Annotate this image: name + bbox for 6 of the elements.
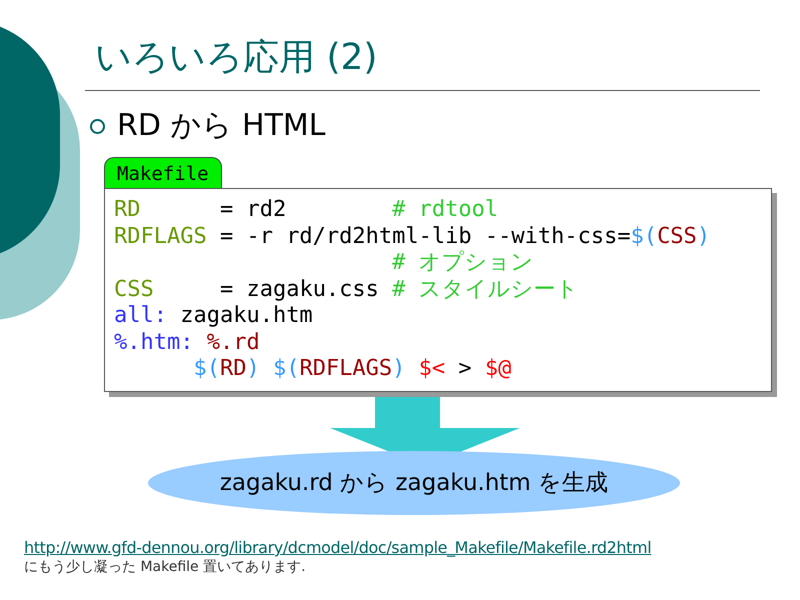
note-text: にもう少し凝った Makefile 置いてあります. [24, 558, 306, 577]
url-link[interactable]: http://www.gfd-dennou.org/library/dcmodel/doc/sample_Makefile/Makefile.rd2html [24, 538, 652, 557]
bullet-text: RD から HTML [117, 107, 326, 145]
result-text: zagaku.rd から zagaku.htm を生成 [148, 451, 680, 515]
bullet-icon [90, 118, 105, 134]
slide-title: いろいろ応用 (2) [95, 36, 378, 80]
